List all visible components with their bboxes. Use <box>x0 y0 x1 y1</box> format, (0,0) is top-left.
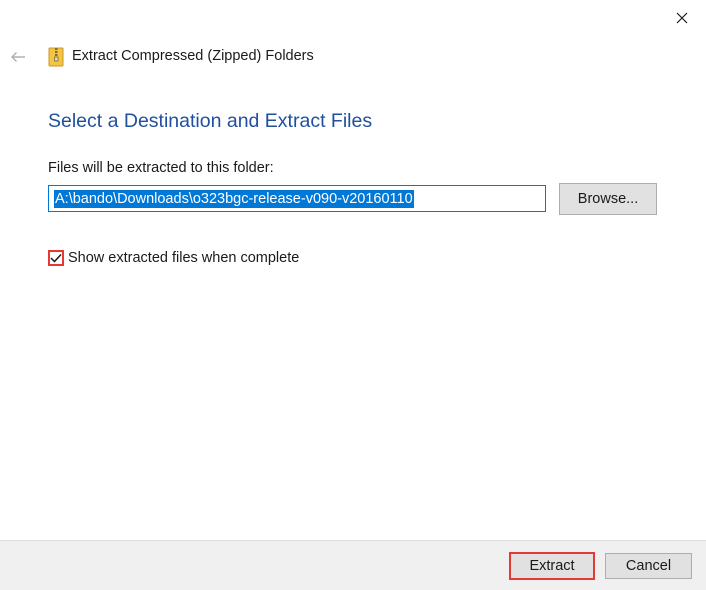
close-button[interactable] <box>662 4 702 32</box>
show-files-option[interactable]: Show extracted files when complete <box>48 248 299 268</box>
checkmark-icon <box>50 253 62 263</box>
show-files-checkbox[interactable] <box>48 250 64 266</box>
page-heading: Select a Destination and Extract Files <box>48 110 373 132</box>
extract-button[interactable]: Extract <box>509 552 595 580</box>
show-files-label: Show extracted files when complete <box>68 250 300 266</box>
back-arrow-icon <box>11 52 25 62</box>
back-button[interactable] <box>8 44 28 70</box>
extract-dialog: Extract Compressed (Zipped) Folders Sele… <box>0 0 706 590</box>
destination-input[interactable]: A:\bando\Downloads\o323bgc-release-v090-… <box>48 185 546 212</box>
cancel-button[interactable]: Cancel <box>605 553 692 579</box>
dialog-footer: Extract Cancel <box>0 540 706 590</box>
close-icon <box>676 12 688 24</box>
browse-button[interactable]: Browse... <box>559 183 657 215</box>
destination-input-value: A:\bando\Downloads\o323bgc-release-v090-… <box>54 189 414 208</box>
zip-folder-icon <box>48 47 64 67</box>
destination-label: Files will be extracted to this folder: <box>48 160 274 176</box>
window-title: Extract Compressed (Zipped) Folders <box>72 48 314 64</box>
